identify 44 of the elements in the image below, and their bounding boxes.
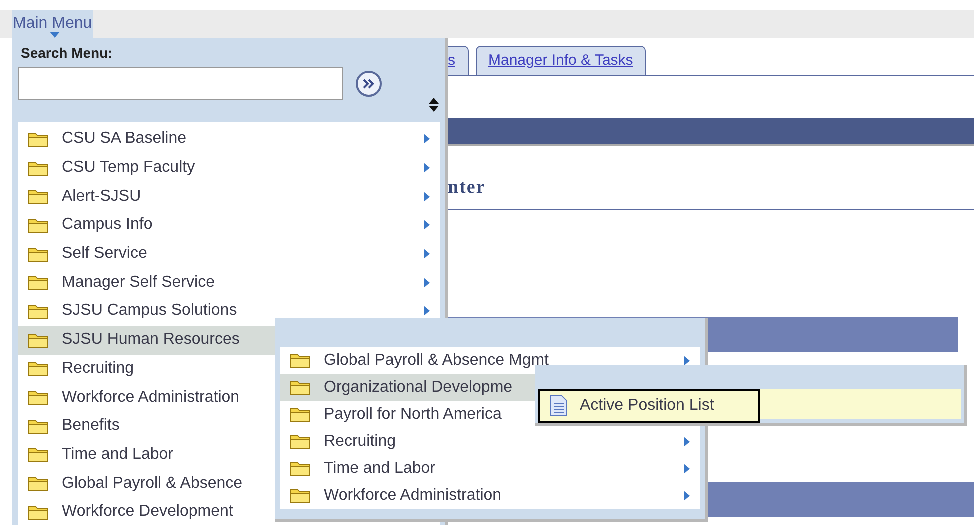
arrow-icon [684, 464, 690, 474]
folder-icon [28, 216, 50, 234]
arrow-icon [424, 163, 430, 174]
arrow-icon [424, 306, 430, 316]
menu-item[interactable]: SJSU Human Resources [18, 326, 275, 354]
arrow-icon [424, 249, 430, 260]
tab[interactable]: Manager Info & Tasks [476, 46, 646, 75]
main-menu-button[interactable]: Main Menu [12, 10, 94, 38]
arrow-icon [424, 192, 430, 202]
menu-item[interactable]: Organizational Developme [280, 374, 535, 401]
folder-icon [28, 302, 50, 320]
folder-icon [290, 460, 312, 477]
folder-icon [28, 332, 50, 349]
tab[interactable]: s [448, 46, 468, 75]
folder-icon [28, 389, 50, 406]
search-field[interactable] [18, 67, 343, 100]
folder-icon [290, 433, 312, 450]
folder-icon [28, 160, 50, 177]
folder-icon [28, 475, 50, 492]
page-heading: nter [448, 177, 486, 198]
folder-icon [28, 360, 50, 378]
arrow-icon [684, 436, 690, 446]
folder-icon [28, 130, 50, 148]
arrow-icon [424, 220, 430, 230]
folder-icon [290, 406, 312, 423]
folder-icon [290, 352, 312, 369]
folder-icon [28, 446, 50, 464]
arrow-icon [424, 134, 430, 144]
folder-icon [28, 274, 50, 292]
folder-icon [28, 504, 50, 521]
arrow-icon [684, 356, 690, 366]
document-icon [550, 395, 568, 417]
folder-icon [28, 246, 50, 263]
search-label: Search Menu: [21, 44, 114, 63]
folder-icon [290, 379, 312, 396]
folder-icon [28, 188, 50, 206]
folder-icon [28, 418, 50, 435]
menu-item[interactable]: Active Position List [540, 391, 758, 421]
arrow-icon [424, 278, 430, 288]
arrow-icon [684, 490, 690, 500]
search-button[interactable] [356, 70, 382, 96]
sort-icon[interactable] [429, 97, 439, 113]
double-chevron-icon [363, 78, 375, 88]
folder-icon [290, 487, 312, 504]
